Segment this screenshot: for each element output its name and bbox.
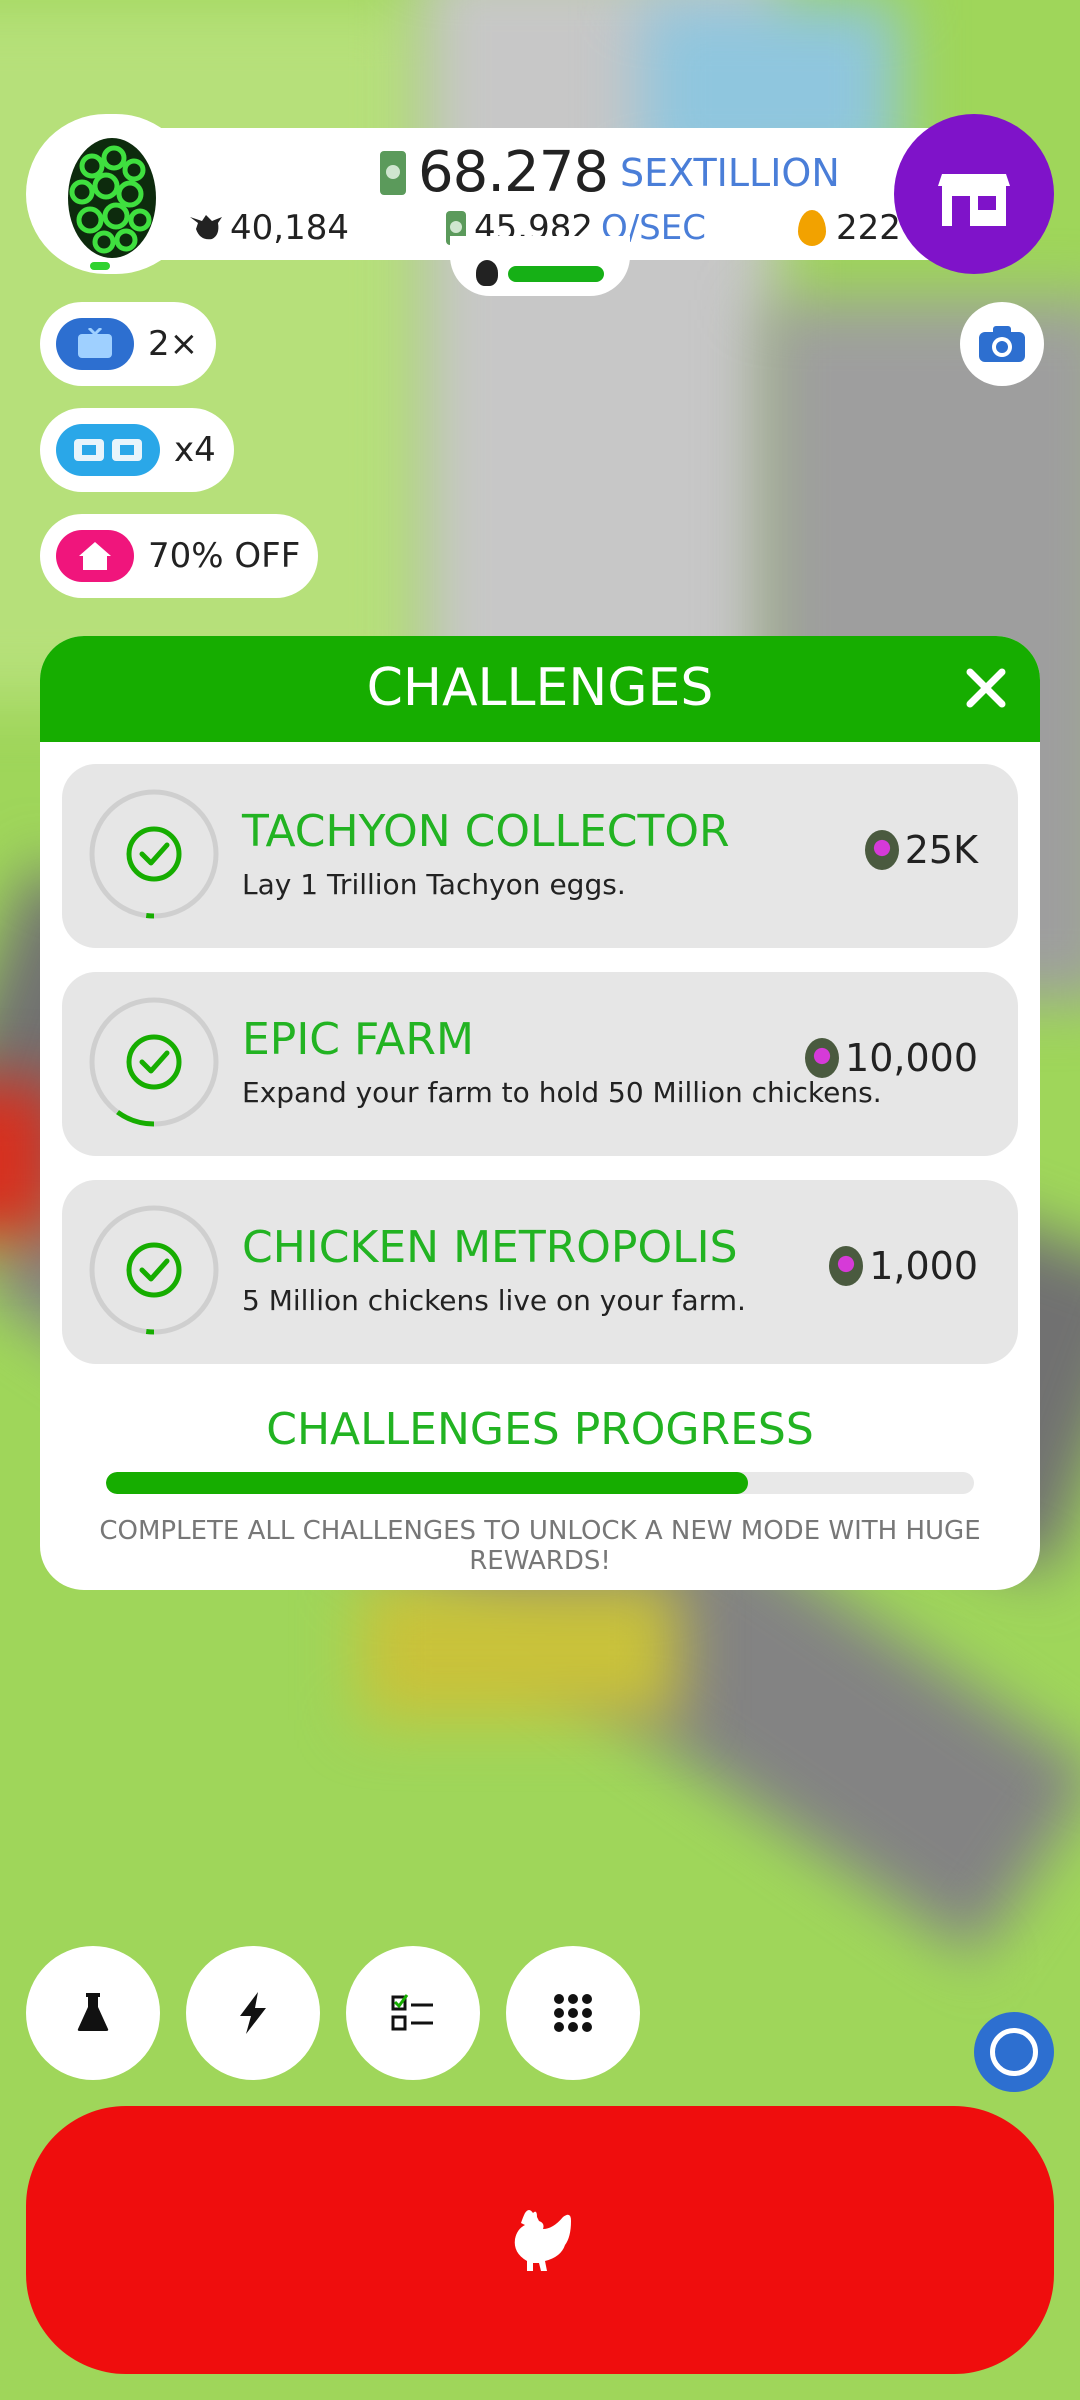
challenge-title: TACHYON COLLECTOR xyxy=(242,806,730,857)
boost-multiplier-pill[interactable]: x4 xyxy=(40,408,234,492)
house-icon xyxy=(56,530,134,582)
hatch-chicken-button[interactable] xyxy=(26,2106,1054,2374)
check-icon xyxy=(139,1258,170,1282)
money-value: 68.278 xyxy=(418,140,609,205)
discount-pill[interactable]: 70% OFF xyxy=(40,514,319,598)
missions-button[interactable] xyxy=(346,1946,480,2080)
egg-indicator xyxy=(90,262,110,270)
chicken-count-value: 40,184 xyxy=(230,208,349,248)
shop-button[interactable] xyxy=(894,114,1054,274)
discount-label: 70% OFF xyxy=(148,536,301,576)
cash-icon xyxy=(380,150,406,195)
reward-value: 25K xyxy=(904,828,978,872)
challenge-title: CHICKEN METROPOLIS xyxy=(242,1222,738,1273)
challenge-description: Lay 1 Trillion Tachyon eggs. xyxy=(242,868,626,901)
challenge-progress-ring xyxy=(89,997,219,1127)
boosts-button[interactable] xyxy=(186,1946,320,2080)
challenge-reward: 10,000 xyxy=(805,1036,978,1080)
egg-selector[interactable] xyxy=(26,114,196,274)
grid-icon xyxy=(554,1994,592,2032)
chicken-icon xyxy=(190,215,222,240)
challenges-progress-fill xyxy=(106,1472,749,1494)
challenge-reward: 25K xyxy=(864,828,978,872)
challenges-progress-title: CHALLENGES PROGRESS xyxy=(266,1404,814,1455)
gem-icon xyxy=(864,830,899,870)
boost-multiplier-label: x4 xyxy=(174,430,216,470)
hatchery-bar xyxy=(508,266,604,282)
golden-egg-count: 222 xyxy=(798,208,901,248)
shop-icon xyxy=(938,174,1010,226)
close-icon[interactable] xyxy=(962,664,1010,712)
challenges-panel: CHALLENGES TACHYON COLLECTOR Lay 1 Trill… xyxy=(40,636,1040,1590)
challenge-card[interactable]: CHICKEN METROPOLIS 5 Million chickens li… xyxy=(62,1180,1018,1364)
tv-icon xyxy=(56,318,134,370)
tachyon-egg-icon xyxy=(68,138,156,258)
money-display: 68.278 SEXTILLION xyxy=(380,140,840,205)
reward-value: 1,000 xyxy=(869,1244,978,1288)
challenge-description: Expand your farm to hold 50 Million chic… xyxy=(242,1076,882,1109)
challenge-card[interactable]: TACHYON COLLECTOR Lay 1 Trillion Tachyon… xyxy=(62,764,1018,948)
reward-value: 10,000 xyxy=(845,1036,978,1080)
camera-icon xyxy=(979,326,1025,362)
gem-icon xyxy=(829,1246,864,1286)
challenge-reward: 1,000 xyxy=(829,1244,978,1288)
golden-egg-icon xyxy=(798,210,826,246)
money-unit: SEXTILLION xyxy=(619,150,840,195)
chicken-count: 40,184 xyxy=(186,208,349,248)
circle-icon xyxy=(990,2028,1038,2076)
video-boost-label: 2× xyxy=(148,324,199,364)
challenges-title: CHALLENGES xyxy=(366,658,714,718)
camera-button[interactable] xyxy=(960,302,1044,386)
check-icon xyxy=(139,842,170,866)
check-icon xyxy=(139,1050,170,1074)
assistant-button[interactable] xyxy=(974,2012,1054,2092)
checklist-icon xyxy=(391,1994,433,2031)
challenges-header: CHALLENGES xyxy=(40,636,1040,742)
lightning-icon xyxy=(240,1992,266,2034)
challenge-progress-ring xyxy=(89,1205,219,1335)
challenge-title: EPIC FARM xyxy=(242,1014,474,1065)
video-boost-pill[interactable]: 2× xyxy=(40,302,217,386)
challenges-progress-bar xyxy=(106,1472,974,1494)
chick-icon xyxy=(476,260,498,286)
challenge-description: 5 Million chickens live on your farm. xyxy=(242,1284,746,1317)
gem-icon xyxy=(805,1038,840,1078)
hatchery-indicator[interactable] xyxy=(450,236,630,296)
chicken-icon xyxy=(514,2210,571,2271)
challenges-progress-note: COMPLETE ALL CHALLENGES TO UNLOCK A NEW … xyxy=(99,1516,981,1576)
golden-egg-value: 222 xyxy=(836,208,901,248)
boost-icon xyxy=(56,424,160,476)
challenge-progress-ring xyxy=(89,789,219,919)
research-button[interactable] xyxy=(26,1946,160,2080)
menu-button[interactable] xyxy=(506,1946,640,2080)
flask-icon xyxy=(77,1993,109,2031)
challenge-card[interactable]: EPIC FARM Expand your farm to hold 50 Mi… xyxy=(62,972,1018,1156)
